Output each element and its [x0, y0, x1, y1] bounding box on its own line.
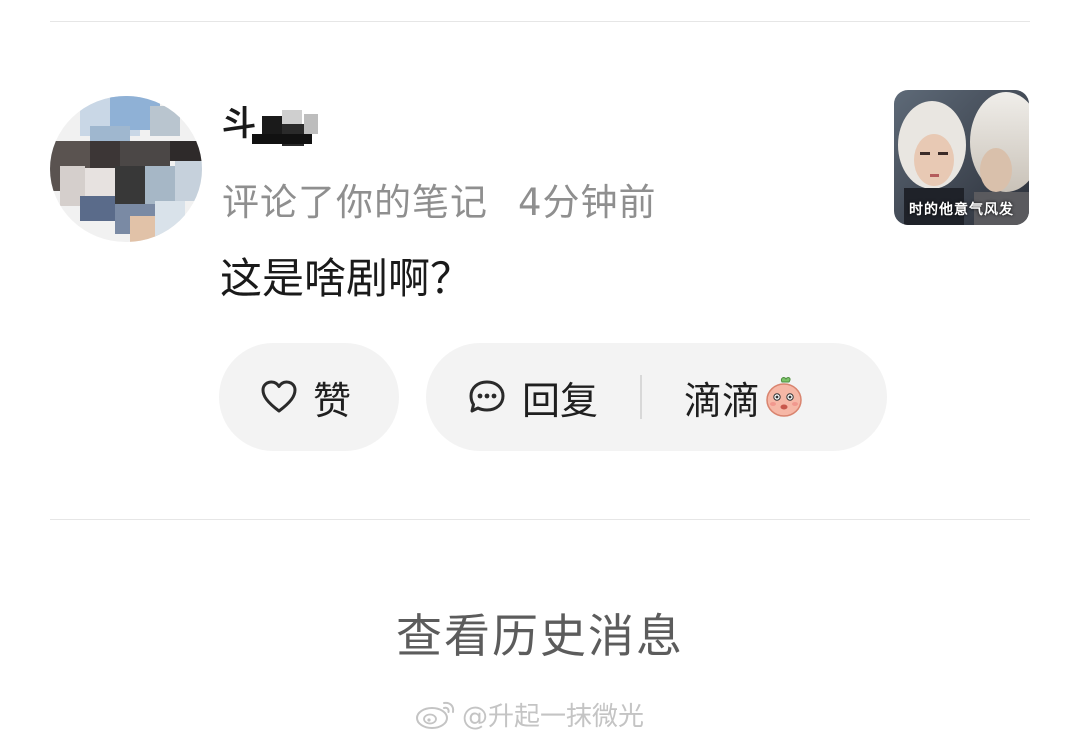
watermark-text: @升起一抹微光 [462, 701, 645, 732]
timestamp: 4分钟前 [518, 181, 657, 224]
comment-text: 这是啥剧啊？ [220, 254, 473, 303]
like-button[interactable]: 赞 [219, 343, 399, 451]
note-thumbnail[interactable]: 时的他意气风发 [894, 90, 1029, 225]
reply-button[interactable]: 回复 [522, 370, 598, 425]
top-divider [50, 21, 1030, 22]
heart-outline-icon [261, 380, 297, 414]
like-label: 赞 [313, 378, 352, 423]
weibo-logo-icon [414, 697, 458, 731]
section-divider [50, 519, 1030, 520]
chat-bubble-icon [468, 379, 506, 415]
action-text: 评论了你的笔记 [222, 181, 488, 224]
view-history-button[interactable]: 查看历史消息 [0, 600, 1080, 666]
notification-meta: 评论了你的笔记 4分钟前 [222, 172, 657, 226]
username-mosaic [252, 110, 318, 146]
pill-separator [640, 375, 643, 419]
username[interactable]: 斗 [222, 100, 332, 148]
user-avatar[interactable] [50, 96, 202, 242]
reply-bar: 回复 滴滴 [426, 343, 887, 451]
watermark: @升起一抹微光 [414, 694, 644, 734]
thumbnail-caption: 时的他意气风发 [909, 202, 1014, 218]
peach-sticker-icon[interactable] [764, 376, 804, 418]
quick-reply-text[interactable]: 滴滴 [684, 370, 760, 425]
